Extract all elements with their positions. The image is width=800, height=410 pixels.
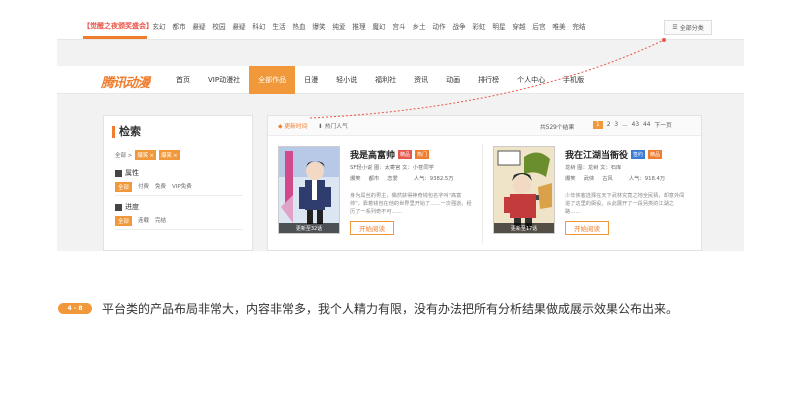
caption-text: 平台类的产品布局非常大，内容非常多，我个人精力有限，没有办法把所有分析结果做成展… (102, 302, 679, 316)
figure-number-badge: 4 - 8 (58, 303, 92, 314)
annotation-connector (309, 38, 666, 119)
figure-caption: 4 - 8 平台类的产品布局非常大，内容非常多，我个人精力有限，没有办法把所有分… (58, 300, 678, 317)
page: 【觉醒之夜颁奖盛会】 玄幻 都市 悬疑 校园 悬疑 科幻 生活 热血 爆笑 纯爱 推理 魔幻 宫斗 乡土动… (0, 0, 800, 410)
